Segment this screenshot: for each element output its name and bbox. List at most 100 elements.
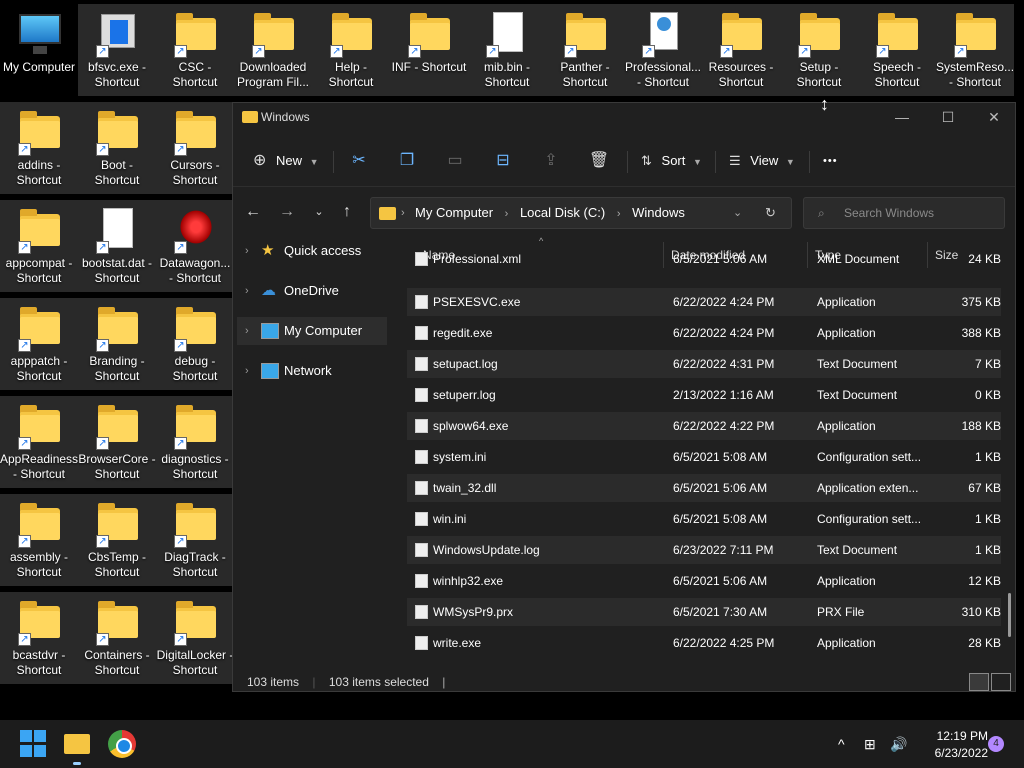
file-date: 6/22/2022 4:31 PM [673,357,775,371]
file-explorer-taskbar-icon[interactable] [64,730,92,758]
clock-time: 12:19 PM [936,729,988,743]
file-type: Configuration sett... [817,512,922,526]
breadcrumb-windows[interactable]: Windows [632,205,685,220]
desktop-icon[interactable]: ↗ Downloaded Program Fil... [234,4,312,96]
address-dropdown-icon[interactable]: ⌄ [733,198,742,228]
desktop-icon[interactable]: ↗ bootstat.dat - Shortcut [78,200,156,292]
shortcut-arrow-icon: ↗ [96,45,109,58]
clock[interactable]: 12:19 PM 6/23/2022 [918,729,988,761]
maximize-button[interactable]: ☐ [925,103,971,133]
nav-quick-access[interactable]: › ★ Quick access [237,237,387,265]
table-row[interactable]: splwow64.exe 6/22/2022 4:22 PM Application… [407,412,1001,440]
desktop-icon[interactable]: ↗ DiagTrack - Shortcut [156,494,234,586]
details-view-icon[interactable] [969,673,989,691]
tiles-view-icon[interactable] [991,673,1011,691]
table-row[interactable]: regedit.exe 6/22/2022 4:24 PM Application 3… [407,319,1001,347]
start-windows-icon[interactable] [20,730,48,758]
file-date: 6/5/2021 5:06 AM [673,574,768,588]
desktop-icon[interactable]: ↗ AppReadiness - Shortcut [0,396,78,488]
close-button[interactable]: ✕ [971,103,1017,133]
share-icon[interactable]: ⇪ [537,147,565,175]
chevron-up-icon[interactable]: ^ [838,720,845,768]
chevron-right-icon[interactable]: › [245,317,249,345]
search-box[interactable]: ⌕ Search Windows [803,197,1005,229]
table-row[interactable]: Professional.xml 6/5/2021 5:06 AM XML Docu… [407,245,1001,273]
recent-chevron-icon[interactable]: ⌄ [305,199,333,225]
file-type: Text Document [817,388,898,402]
desktop-icon[interactable]: ↗ Speech - Shortcut [858,4,936,96]
sort-button[interactable]: ⇅ Sort ▼ [641,147,702,175]
paste-icon[interactable]: ▭ [441,147,469,175]
shortcut-arrow-icon: ↗ [798,45,811,58]
back-arrow-icon[interactable]: ← [239,199,267,225]
minimize-button[interactable]: — [879,103,925,133]
new-button[interactable]: ⊕ New ▼ [253,147,319,175]
breadcrumb-local-disk[interactable]: Local Disk (C:) [520,205,605,220]
table-row[interactable]: write.exe 6/22/2022 4:25 PM Application 28 … [407,629,1001,657]
desktop-icon[interactable]: ↗ mib.bin - Shortcut [468,4,546,96]
folder-icon: ↗ [94,110,140,156]
desktop-icon[interactable]: ↗ Panther - Shortcut [546,4,624,96]
more-options-button[interactable]: ••• [823,147,838,175]
desktop-icon[interactable]: ↗ SystemReso... - Shortcut [936,4,1014,96]
copy-icon[interactable]: ❐ [393,147,421,175]
desktop-icon[interactable]: ↗ Boot - Shortcut [78,102,156,194]
desktop-icon[interactable]: ↗ INF - Shortcut [390,4,468,96]
cut-icon[interactable]: ✂ [345,147,373,175]
desktop-icon[interactable]: ↗ CSC - Shortcut [156,4,234,96]
table-row[interactable]: PSEXESVC.exe 6/22/2022 4:24 PM Application… [407,288,1001,316]
desktop-icon[interactable]: ↗ bcastdvr - Shortcut [0,592,78,684]
desktop-icon[interactable]: ↗ Branding - Shortcut [78,298,156,390]
desktop-icon[interactable]: ↗ Professional... - Shortcut [624,4,702,96]
desktop-icon[interactable]: ↗ BrowserCore - Shortcut [78,396,156,488]
address-bar[interactable]: › My Computer › Local Disk (C:) › Window… [370,197,792,229]
table-row[interactable]: WindowsUpdate.log 6/23/2022 7:11 PM Text D… [407,536,1001,564]
desktop-icon[interactable]: ↗ DigitalLocker - Shortcut [156,592,234,684]
file-date: 6/5/2021 5:08 AM [673,450,768,464]
refresh-icon[interactable]: ↻ [765,198,776,228]
table-row[interactable]: WMSysPr9.prx 6/5/2021 7:30 AM PRX File 310 … [407,598,1001,626]
chevron-right-icon[interactable]: › [245,277,249,305]
desktop-icon[interactable]: ↗ Datawagon... - Shortcut [156,200,234,292]
view-button[interactable]: ☰ View ▼ [729,147,795,175]
desktop-icon[interactable]: ↗ apppatch - Shortcut [0,298,78,390]
table-row[interactable]: win.ini 6/5/2021 5:08 AM Configuration set… [407,505,1001,533]
chrome-icon[interactable] [108,730,136,758]
desktop-icon[interactable]: My Computer [0,4,78,96]
nav-my-computer[interactable]: › My Computer [237,317,387,345]
desktop-icon[interactable]: ↗ appcompat - Shortcut [0,200,78,292]
volume-icon[interactable]: 🔊 [890,720,907,768]
title-bar[interactable]: Windows — ☐ ✕ [233,103,1015,133]
item-count: 103 items [247,675,300,689]
up-arrow-icon[interactable]: ↑ [333,199,361,225]
desktop-icon[interactable]: ↗ diagnostics - Shortcut [156,396,234,488]
table-row[interactable]: setupact.log 6/22/2022 4:31 PM Text Docume… [407,350,1001,378]
table-row[interactable]: twain_32.dll 6/5/2021 5:06 AM Application … [407,474,1001,502]
desktop-icon[interactable]: ↗ Setup - Shortcut [780,4,858,96]
desktop-icon[interactable]: ↗ Help - Shortcut [312,4,390,96]
chevron-right-icon[interactable]: › [245,357,249,385]
desktop-icon[interactable]: ↗ Containers - Shortcut [78,592,156,684]
notification-badge[interactable]: 4 [988,736,1004,752]
desktop-icon[interactable]: ↗ debug - Shortcut [156,298,234,390]
chevron-right-icon[interactable]: › [245,237,249,265]
nav-network[interactable]: › Network [237,357,387,385]
table-row[interactable]: winhlp32.exe 6/5/2021 5:06 AM Application 1… [407,567,1001,595]
table-row[interactable]: system.ini 6/5/2021 5:08 AM Configuration … [407,443,1001,471]
rename-icon[interactable]: ⊟ [489,147,517,175]
delete-icon[interactable]: 🗑 [585,147,613,175]
breadcrumb-my-computer[interactable]: My Computer [415,205,493,220]
desktop-icon[interactable]: ↗ Resources - Shortcut [702,4,780,96]
nav-onedrive[interactable]: › ☁ OneDrive [237,277,387,305]
desktop-icon[interactable]: ↗ assembly - Shortcut [0,494,78,586]
desktop-icon[interactable]: ↗ Cursors - Shortcut [156,102,234,194]
scrollbar-thumb[interactable] [1008,593,1011,637]
shortcut-arrow-icon: ↗ [408,45,421,58]
desktop-icon[interactable]: ↗ addins - Shortcut [0,102,78,194]
forward-arrow-icon[interactable]: → [273,199,301,225]
desktop-icon[interactable]: ↗ CbsTemp - Shortcut [78,494,156,586]
desktop-icon[interactable]: ↗ bfsvc.exe - Shortcut [78,4,156,96]
table-row[interactable]: setuperr.log 2/13/2022 1:16 AM Text Docume… [407,381,1001,409]
file-date: 6/22/2022 4:24 PM [673,326,775,340]
network-status-icon[interactable]: ⊞ [864,720,876,768]
